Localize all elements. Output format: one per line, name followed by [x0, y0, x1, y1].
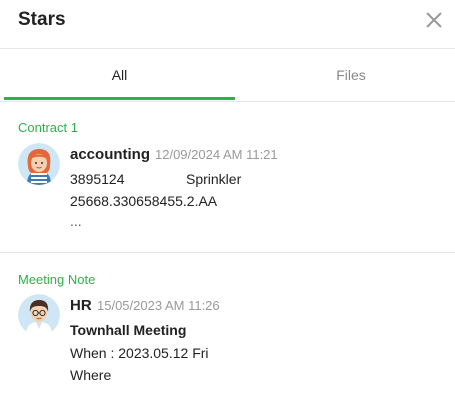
- close-icon[interactable]: [423, 9, 445, 31]
- tab-bar: All Files: [0, 49, 455, 102]
- timestamp: 12/09/2024 AM 11:21: [155, 147, 278, 162]
- sender-name: accounting: [70, 146, 151, 163]
- starred-item[interactable]: Meeting Note HR 15/05/2023 AM 11:26 Town…: [0, 253, 455, 409]
- stars-panel: Stars All Files Contract 1 accounting 12…: [0, 0, 455, 409]
- message-line: 3895124 Sprinkler: [70, 171, 241, 187]
- message-line: 25668.330658455.2.AA: [70, 193, 218, 209]
- panel-header: Stars: [0, 0, 455, 49]
- item-category[interactable]: Contract 1: [18, 120, 78, 135]
- message-line: When : 2023.05.12 Fri: [70, 345, 209, 361]
- timestamp: 15/05/2023 AM 11:26: [97, 298, 220, 313]
- active-tab-indicator: [4, 97, 235, 100]
- message-text: 3895124: [70, 171, 125, 187]
- avatar: [18, 143, 60, 185]
- panel-title: Stars: [18, 9, 66, 30]
- item-category[interactable]: Meeting Note: [18, 272, 95, 287]
- sender-name: HR: [70, 297, 92, 314]
- avatar: [18, 294, 60, 336]
- message-ellipsis: ...: [70, 213, 82, 229]
- tab-all[interactable]: All: [4, 49, 235, 101]
- starred-item[interactable]: Contract 1 accounting 12/09/2024 AM 11:2…: [0, 102, 455, 253]
- message-line: Where: [70, 367, 112, 383]
- message-title: Townhall Meeting: [70, 322, 187, 338]
- message-text: Sprinkler: [186, 171, 242, 187]
- tab-files[interactable]: Files: [235, 49, 455, 101]
